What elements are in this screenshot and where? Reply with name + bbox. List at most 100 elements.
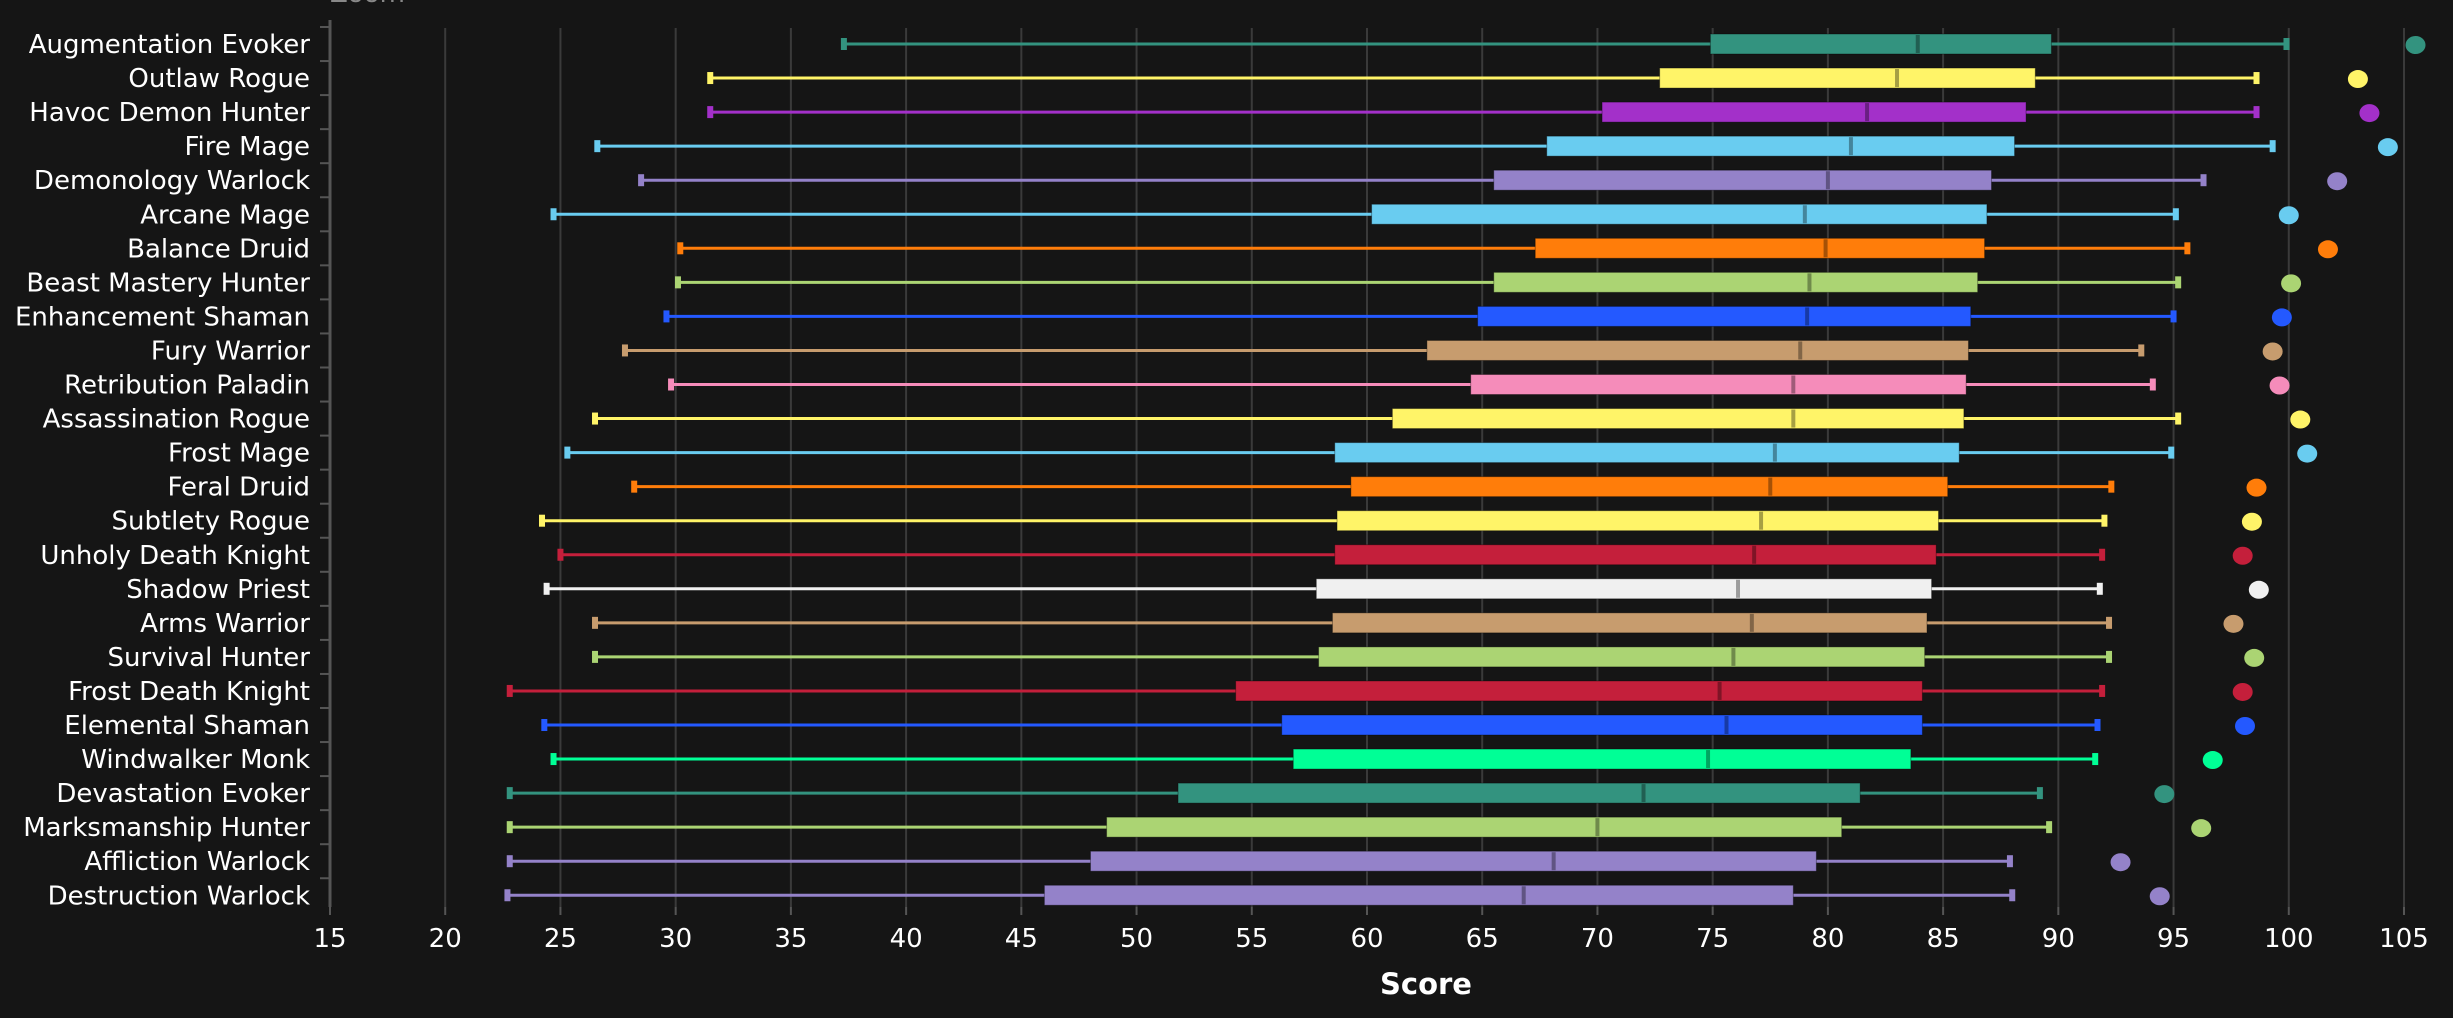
box-row[interactable]: [506, 850, 2131, 872]
x-tick-label: 50: [1120, 924, 1153, 954]
box-row[interactable]: [621, 339, 2283, 361]
iqr-box[interactable]: [1106, 816, 1843, 838]
iqr-box[interactable]: [1534, 237, 1986, 259]
max-point[interactable]: [2327, 172, 2348, 191]
iqr-box[interactable]: [1336, 510, 1940, 532]
max-point[interactable]: [2234, 717, 2255, 735]
iqr-box[interactable]: [1350, 476, 1949, 498]
whisker-min-cap: [840, 38, 847, 50]
box-row[interactable]: [506, 816, 2212, 838]
max-point[interactable]: [2290, 410, 2311, 429]
whisker-max-cap: [2253, 106, 2260, 119]
whisker-min-cap: [621, 344, 628, 357]
y-tick-label: Augmentation Evoker: [29, 30, 311, 60]
max-point[interactable]: [2278, 206, 2299, 225]
iqr-box[interactable]: [1659, 67, 2036, 89]
iqr-box[interactable]: [1426, 339, 1969, 361]
iqr-box[interactable]: [1371, 203, 1988, 225]
max-point[interactable]: [2347, 70, 2368, 89]
box-row[interactable]: [594, 135, 2398, 157]
y-tick-label: Marksmanship Hunter: [23, 813, 310, 843]
max-point[interactable]: [2191, 819, 2212, 838]
box-row[interactable]: [550, 748, 2223, 770]
max-point[interactable]: [2297, 444, 2318, 463]
iqr-box[interactable]: [1709, 33, 2052, 55]
box-row[interactable]: [506, 782, 2175, 804]
box-row[interactable]: [557, 544, 2253, 566]
max-point[interactable]: [2269, 376, 2290, 395]
whisker-min-cap: [506, 855, 513, 868]
max-point[interactable]: [2281, 274, 2302, 293]
iqr-box[interactable]: [1177, 782, 1861, 804]
box-row[interactable]: [539, 510, 2262, 532]
box-row[interactable]: [550, 203, 2299, 225]
y-tick-label: Beast Mastery Hunter: [26, 268, 310, 298]
max-point[interactable]: [2262, 342, 2283, 361]
box-row[interactable]: [541, 714, 2255, 736]
whisker-min-cap: [557, 548, 564, 561]
box-row[interactable]: [592, 612, 2244, 634]
whisker-max-cap: [2200, 174, 2207, 187]
box-row[interactable]: [638, 169, 2348, 191]
box-row[interactable]: [592, 646, 2265, 668]
iqr-box[interactable]: [1601, 101, 2027, 123]
box-row[interactable]: [677, 237, 2338, 259]
max-point[interactable]: [2271, 308, 2292, 327]
whisker-min-cap: [539, 514, 546, 527]
max-point[interactable]: [2248, 580, 2269, 599]
iqr-box[interactable]: [1043, 884, 1794, 906]
max-point[interactable]: [2317, 240, 2338, 259]
box-row[interactable]: [668, 374, 2290, 395]
iqr-box[interactable]: [1334, 544, 1937, 566]
box-row[interactable]: [631, 476, 2267, 498]
iqr-box[interactable]: [1089, 850, 1817, 872]
whisker-min-cap: [592, 412, 599, 425]
iqr-box[interactable]: [1493, 169, 1993, 191]
box-row[interactable]: [506, 680, 2253, 702]
iqr-box[interactable]: [1470, 374, 1967, 395]
x-tick-label: 25: [544, 924, 577, 954]
max-point[interactable]: [2154, 785, 2175, 804]
box-row[interactable]: [592, 408, 2311, 430]
iqr-box[interactable]: [1391, 408, 1965, 430]
iqr-box[interactable]: [1315, 578, 1933, 600]
iqr-box[interactable]: [1477, 305, 1972, 327]
zoom-label[interactable]: Zoom: [330, 0, 405, 9]
iqr-box[interactable]: [1235, 680, 1923, 702]
iqr-box[interactable]: [1493, 271, 1979, 293]
max-point[interactable]: [2246, 478, 2267, 497]
max-point[interactable]: [2223, 614, 2244, 633]
max-point[interactable]: [2241, 512, 2262, 531]
box-row[interactable]: [707, 67, 2368, 89]
max-point[interactable]: [2110, 853, 2131, 872]
y-tick-label: Assassination Rogue: [43, 405, 310, 435]
max-point[interactable]: [2232, 682, 2253, 701]
x-tick-label: 70: [1581, 924, 1614, 954]
box-row[interactable]: [564, 442, 2318, 464]
iqr-box[interactable]: [1292, 748, 1912, 770]
x-tick-label: 65: [1466, 924, 1499, 954]
box-row[interactable]: [840, 33, 2426, 55]
max-point[interactable]: [2405, 36, 2426, 54]
max-point[interactable]: [2244, 648, 2265, 667]
iqr-box[interactable]: [1318, 646, 1926, 668]
max-point[interactable]: [2202, 751, 2223, 770]
iqr-box[interactable]: [1546, 135, 2016, 157]
box-row[interactable]: [543, 578, 2269, 600]
x-axis: 15 20 25 30 35 40 45 50 55 60 65 70 75 80 85 90 95 100 105: [313, 907, 2429, 954]
box-row[interactable]: [674, 271, 2302, 293]
iqr-box[interactable]: [1331, 612, 1928, 634]
max-point[interactable]: [2149, 887, 2170, 906]
y-tick-label: Outlaw Rogue: [128, 64, 310, 94]
x-tick-label: 40: [890, 924, 923, 954]
max-point[interactable]: [2377, 138, 2398, 157]
iqr-box[interactable]: [1334, 442, 1960, 464]
iqr-box[interactable]: [1281, 714, 1923, 736]
whisker-max-cap: [2099, 684, 2106, 697]
box-row[interactable]: [504, 884, 2170, 906]
max-point[interactable]: [2359, 104, 2380, 123]
box-row[interactable]: [663, 305, 2292, 327]
max-point[interactable]: [2232, 546, 2253, 565]
gridlines: [444, 28, 2405, 907]
box-row[interactable]: [707, 101, 2380, 123]
